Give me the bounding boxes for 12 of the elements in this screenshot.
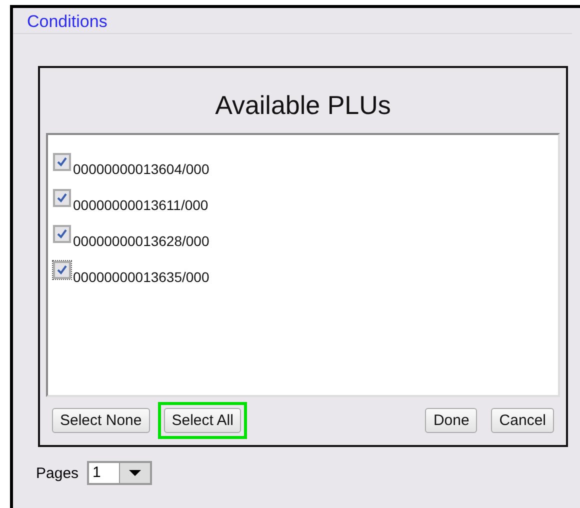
pages-label: Pages: [36, 464, 79, 482]
plu-label: 00000000013628/000: [73, 233, 210, 249]
dialog-button[interactable]: Cancel: [491, 408, 554, 433]
plu-label: 00000000013635/000: [73, 269, 210, 285]
plu-label: 00000000013604/000: [73, 161, 210, 177]
dialog-title: Available PLUs: [214, 89, 392, 122]
plu-label: 00000000013611/000: [73, 197, 208, 213]
dialog-button[interactable]: Done: [425, 408, 478, 433]
pages-dropdown[interactable]: 1: [86, 461, 152, 485]
select-button[interactable]: Select None: [52, 408, 150, 433]
select-button[interactable]: Select All: [164, 408, 242, 433]
conditions-link[interactable]: Conditions: [27, 12, 108, 31]
